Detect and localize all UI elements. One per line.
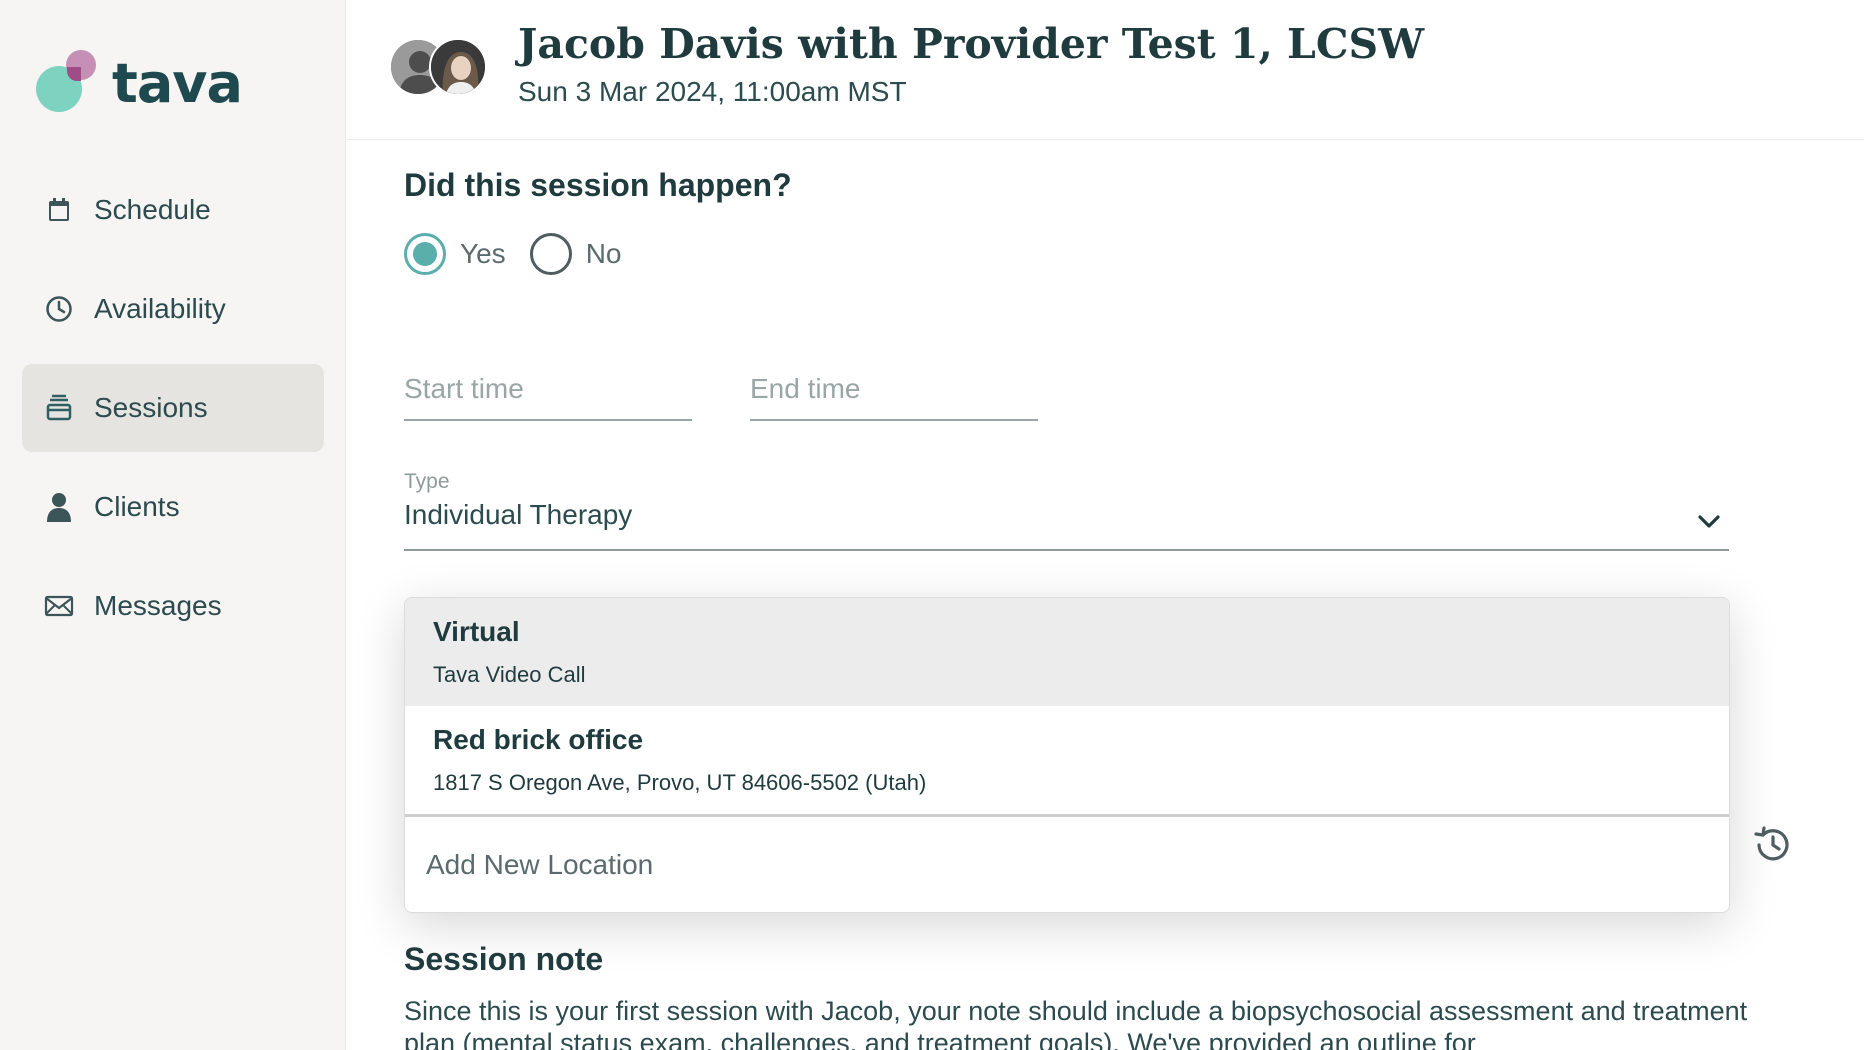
sidebar-item-label: Messages: [94, 590, 222, 621]
sidebar-nav: Schedule Availability Sessions Clients M…: [22, 166, 324, 661]
session-note-guidance: Since this is your first session with Ja…: [404, 996, 1748, 1050]
location-option-title: Virtual: [433, 616, 520, 647]
type-select[interactable]: Individual Therapy: [404, 499, 1729, 551]
location-option-red-brick-office[interactable]: Red brick office 1817 S Oregon Ave, Prov…: [405, 706, 1729, 814]
sidebar-item-messages[interactable]: Messages: [22, 562, 324, 650]
location-option-detail: 1817 S Oregon Ave, Provo, UT 84606-5502 …: [433, 770, 927, 795]
location-option-title: Red brick office: [433, 724, 644, 755]
participant-avatars: [389, 38, 499, 98]
sidebar-item-availability[interactable]: Availability: [22, 265, 324, 353]
session-happened-radio-group: Yes No: [404, 233, 645, 275]
session-note-title: Session note: [404, 941, 604, 977]
sidebar-item-schedule[interactable]: Schedule: [22, 166, 324, 254]
radio-no[interactable]: No: [529, 233, 622, 275]
history-icon[interactable]: [1751, 823, 1795, 867]
calendar-icon: [44, 195, 74, 225]
session-datetime: Sun 3 Mar 2024, 11:00am MST: [518, 76, 907, 107]
tava-logo[interactable]: tava: [36, 44, 243, 115]
envelope-icon: [44, 591, 74, 621]
radio-no-label: No: [585, 238, 622, 269]
session-header: Jacob Davis with Provider Test 1, LCSW S…: [347, 0, 1864, 140]
sessions-icon: [44, 393, 74, 423]
sidebar-item-sessions[interactable]: Sessions: [22, 364, 324, 452]
radio-no-circle[interactable]: [529, 233, 572, 275]
type-label: Type: [404, 470, 450, 493]
type-select-value: Individual Therapy: [404, 499, 633, 530]
radio-yes-circle[interactable]: [404, 233, 446, 275]
sidebar-item-label: Clients: [94, 491, 180, 522]
location-dropdown: Virtual Tava Video Call Red brick office…: [404, 597, 1730, 913]
sidebar-item-label: Sessions: [94, 392, 208, 423]
add-new-location-button[interactable]: Add New Location: [405, 817, 1729, 912]
sidebar-item-clients[interactable]: Clients: [22, 463, 324, 551]
radio-yes[interactable]: Yes: [404, 233, 506, 275]
end-time-input[interactable]: End time: [750, 369, 1038, 421]
session-happened-question: Did this session happen?: [404, 167, 792, 203]
logo-mark-icon: [36, 48, 100, 112]
sidebar: tava Schedule Availability Sessions Clie…: [0, 0, 346, 1050]
provider-avatar: [429, 38, 487, 96]
logo-text: tava: [112, 52, 243, 115]
chevron-down-icon[interactable]: [1697, 505, 1721, 537]
clock-icon: [44, 294, 74, 324]
location-option-virtual[interactable]: Virtual Tava Video Call: [405, 598, 1729, 706]
start-time-input[interactable]: Start time: [404, 369, 692, 421]
session-title: Jacob Davis with Provider Test 1, LCSW: [518, 20, 1425, 68]
sidebar-item-label: Schedule: [94, 194, 211, 225]
sidebar-item-label: Availability: [94, 293, 226, 324]
radio-yes-label: Yes: [460, 238, 506, 269]
location-option-detail: Tava Video Call: [433, 662, 586, 687]
person-icon: [44, 492, 74, 522]
session-form: Did this session happen? Yes No Start ti…: [347, 141, 1864, 1050]
